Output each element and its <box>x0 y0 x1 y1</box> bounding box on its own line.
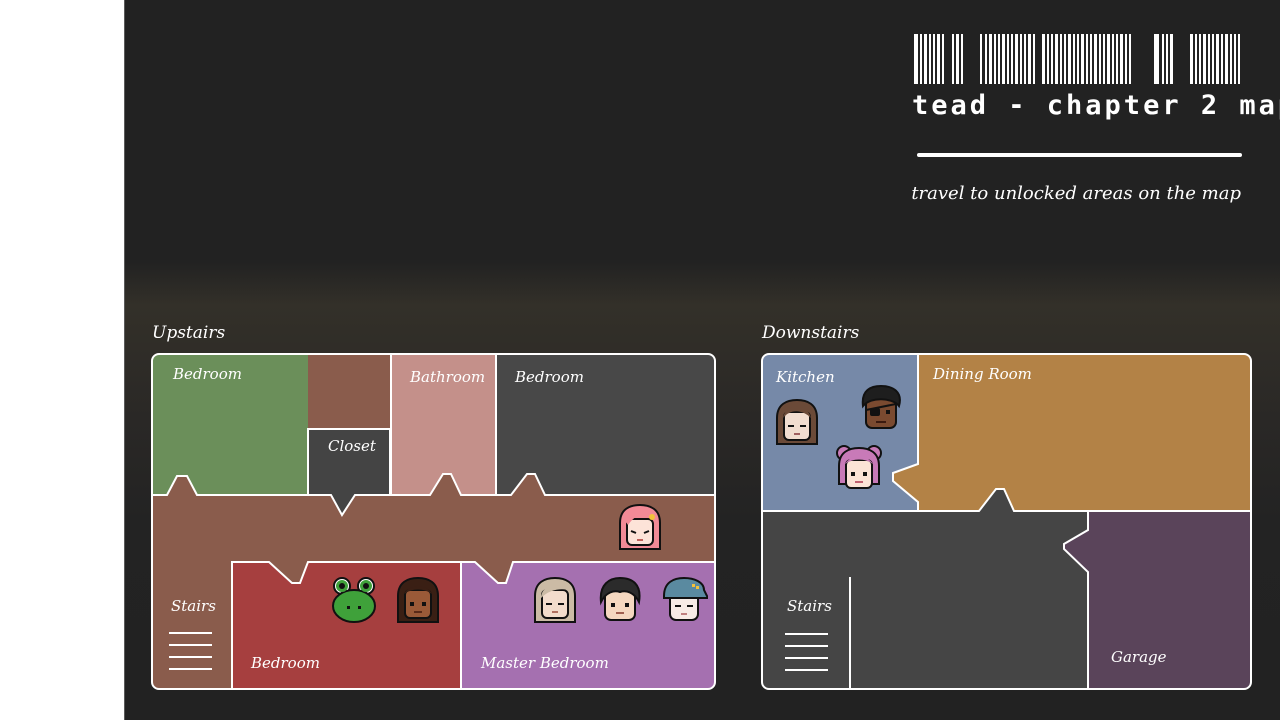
barcode-logo <box>914 34 1240 84</box>
eyepatch-man-avatar[interactable] <box>857 384 905 432</box>
blonde-woman-avatar[interactable] <box>531 576 579 624</box>
room-label-bedroom-tl[interactable]: Bedroom <box>173 365 242 383</box>
room-label-stairs-down[interactable]: Stairs <box>787 597 832 615</box>
downstairs-map <box>761 353 1252 690</box>
dark-haired-boy-avatar[interactable] <box>596 576 644 624</box>
room-label-dining-room[interactable]: Dining Room <box>933 365 1032 383</box>
room-label-stairs-up[interactable]: Stairs <box>171 597 216 615</box>
downstairs-label: Downstairs <box>762 323 860 343</box>
pink-haired-girl-avatar[interactable] <box>616 503 664 551</box>
room-label-garage[interactable]: Garage <box>1111 648 1167 666</box>
room-label-bathroom[interactable]: Bathroom <box>410 368 485 386</box>
game-title: tead - chapter 2 map <box>912 90 1280 121</box>
room-label-master-bedroom[interactable]: Master Bedroom <box>481 654 609 672</box>
title-divider <box>917 153 1242 157</box>
curly-haired-girl-avatar[interactable] <box>394 576 442 624</box>
room-label-bedroom-bottom[interactable]: Bedroom <box>251 654 320 672</box>
capped-kid-avatar[interactable] <box>660 576 708 624</box>
room-label-closet[interactable]: Closet <box>328 437 376 455</box>
room-label-kitchen[interactable]: Kitchen <box>776 368 835 386</box>
upstairs-label: Upstairs <box>152 323 226 343</box>
frog-avatar[interactable] <box>330 576 378 624</box>
screen-edge <box>124 0 125 720</box>
pink-bun-girl-avatar[interactable] <box>835 444 883 492</box>
map-instruction: travel to unlocked areas on the map <box>911 183 1241 204</box>
room-label-bedroom-tr[interactable]: Bedroom <box>515 368 584 386</box>
brown-haired-girl-avatar[interactable] <box>773 398 821 446</box>
